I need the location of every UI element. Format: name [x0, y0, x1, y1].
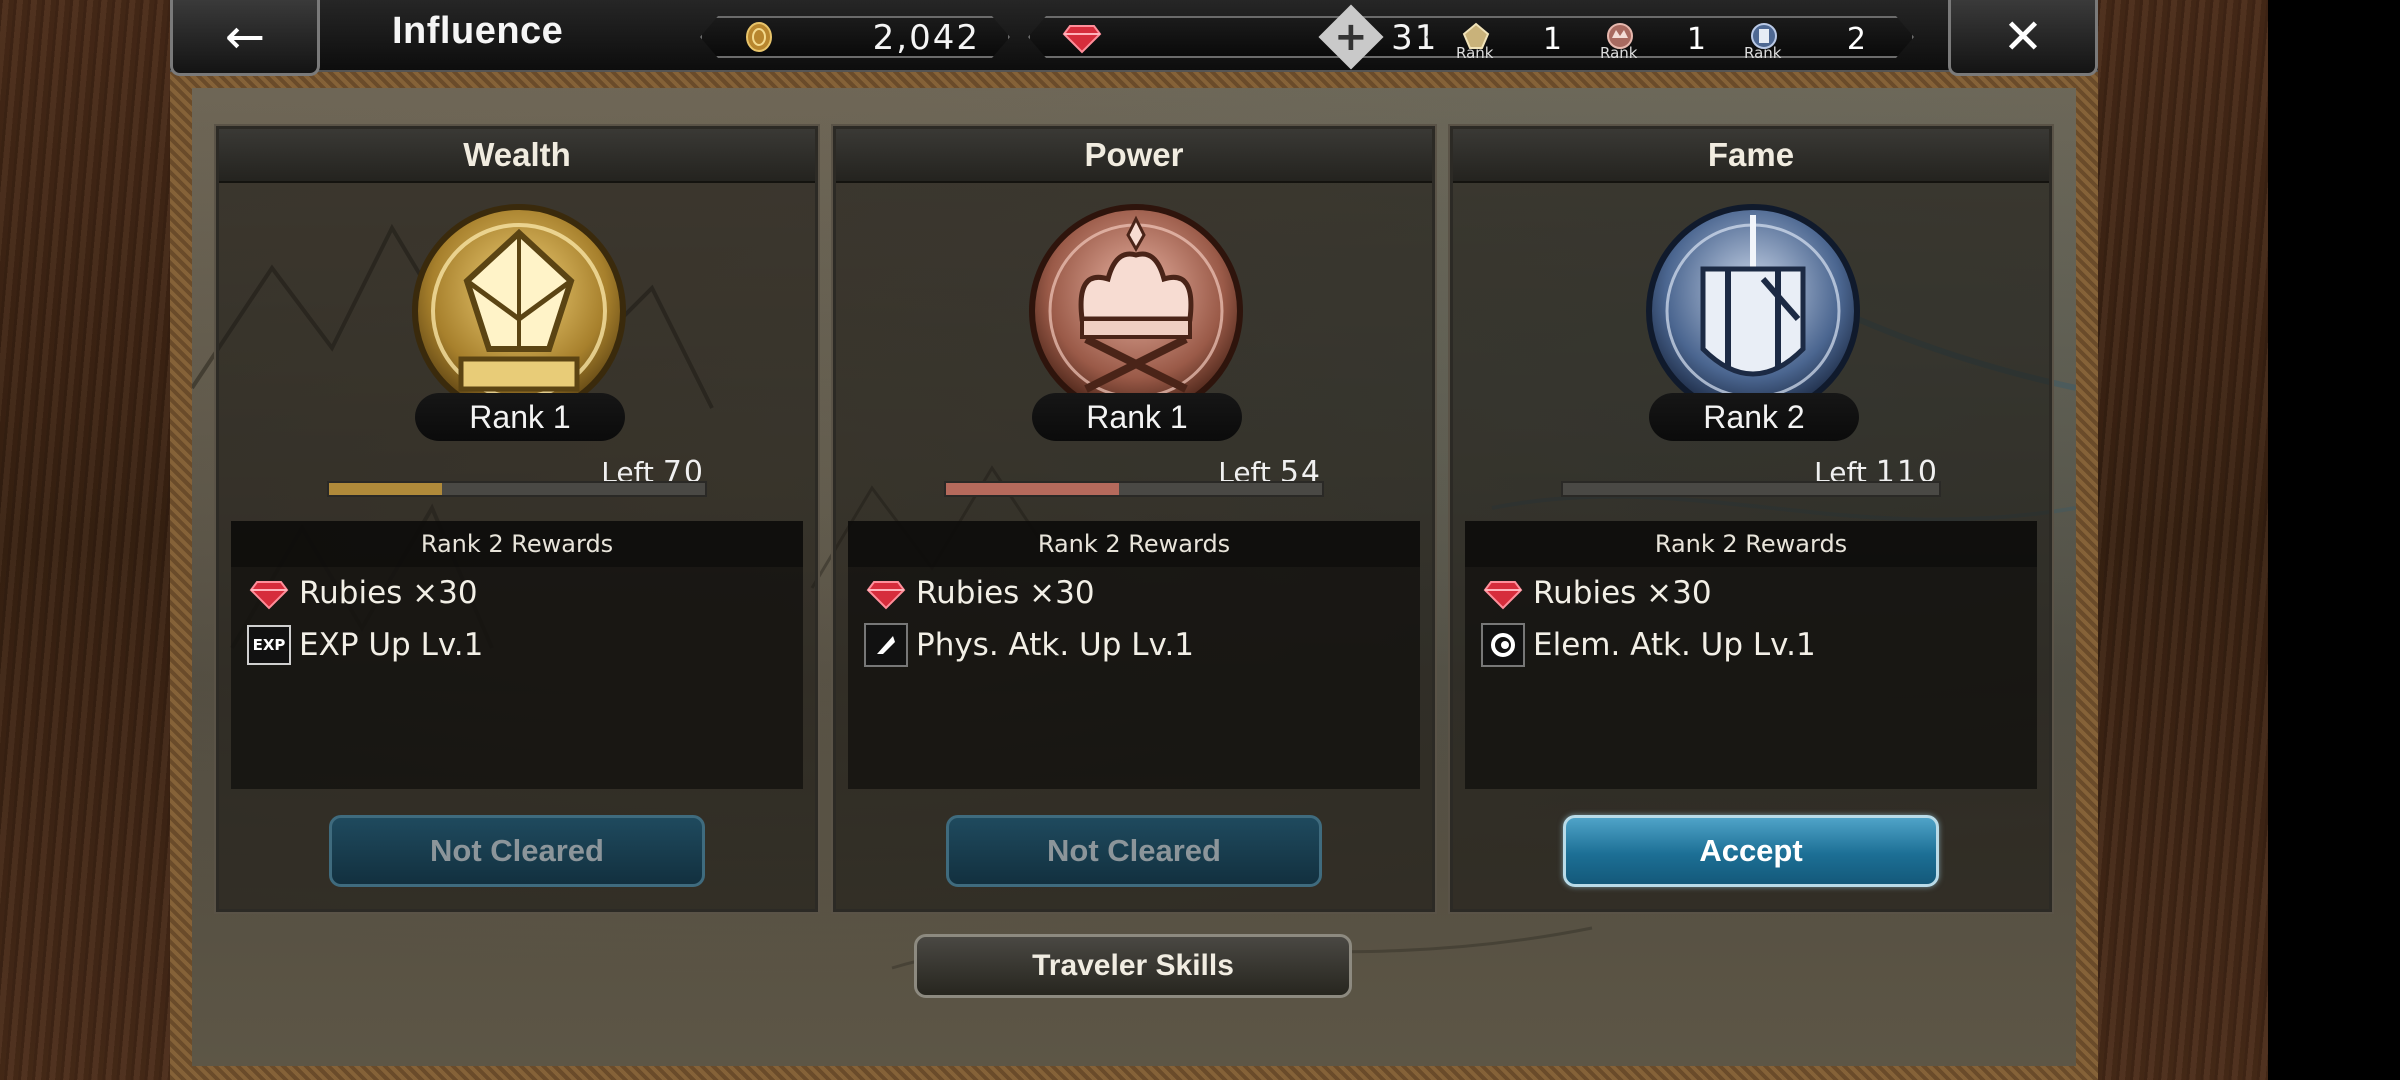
wealth-panel-title: Wealth — [219, 129, 815, 183]
reward-text: Rubies ×30 — [916, 575, 1095, 611]
gold-coin-icon — [742, 20, 776, 54]
ruby-icon — [249, 581, 289, 610]
close-button[interactable]: ✕ — [1948, 0, 2098, 76]
add-rubies-button[interactable]: + — [1318, 4, 1384, 70]
fame-accept-button[interactable]: Accept — [1563, 815, 1939, 887]
power-panel-title: Power — [836, 129, 1432, 183]
reward-row: Rubies ×30 — [1465, 567, 2037, 619]
close-icon: ✕ — [2002, 8, 2044, 65]
wealth-panel: Wealth Rank 1 Left 70 Rank 2 Rewards Rub… — [214, 124, 820, 914]
power-rank-summary: Rank 1 — [1596, 18, 1736, 60]
reward-text: Rubies ×30 — [1533, 575, 1712, 611]
ruby-icon — [1483, 581, 1523, 610]
reward-text: Phys. Atk. Up Lv.1 — [916, 627, 1195, 663]
wealth-progress-fill — [329, 483, 442, 495]
wealth-progress-bar — [327, 481, 707, 497]
wealth-rank-label: Rank — [1456, 44, 1494, 62]
reward-text: Elem. Atk. Up Lv.1 — [1533, 627, 1816, 663]
fame-rewards: Rank 2 Rewards Rubies ×30 Elem. Atk. Up … — [1465, 521, 2037, 789]
power-progress-fill — [946, 483, 1119, 495]
wealth-rank-badge: Rank 1 — [415, 393, 625, 441]
phys-atk-icon — [864, 623, 908, 667]
wealth-rank-value: 1 — [1542, 22, 1562, 57]
back-arrow-icon: ← — [224, 8, 266, 65]
wealth-not-cleared-button[interactable]: Not Cleared — [329, 815, 705, 887]
fame-progress-bar — [1561, 481, 1941, 497]
fame-panel-title: Fame — [1453, 129, 2049, 183]
reward-text: Rubies ×30 — [299, 575, 478, 611]
wood-border-left — [0, 0, 170, 1080]
power-progress-bar — [944, 481, 1324, 497]
ruby-icon — [866, 581, 906, 610]
fame-panel: Fame Rank 2 Left 110 Rank 2 Rewards Rubi… — [1448, 124, 2054, 914]
power-rewards-title: Rank 2 Rewards — [848, 521, 1420, 567]
fame-rank-label: Rank — [1744, 44, 1782, 62]
fame-rewards-title: Rank 2 Rewards — [1465, 521, 2037, 567]
reward-row: Phys. Atk. Up Lv.1 — [848, 619, 1420, 671]
wealth-rewards-title: Rank 2 Rewards — [231, 521, 803, 567]
exp-icon: EXP — [247, 625, 291, 665]
gold-value: 2,042 — [872, 18, 980, 58]
rank-summary: Rank 1 Rank 1 Rank 2 — [1426, 16, 1914, 58]
back-button[interactable]: ← — [170, 0, 320, 76]
traveler-skills-button[interactable]: Traveler Skills — [914, 934, 1352, 998]
wealth-rewards: Rank 2 Rewards Rubies ×30 EXP EXP Up Lv.… — [231, 521, 803, 789]
plus-icon: + — [1334, 13, 1368, 60]
gold-counter: 2,042 — [700, 16, 1010, 58]
fame-rank-value: 2 — [1846, 22, 1866, 57]
wood-border-right — [2098, 0, 2268, 1080]
reward-text: EXP Up Lv.1 — [299, 627, 484, 663]
ruby-counter: 315 — [1028, 16, 1494, 58]
screen-title: Influence — [392, 10, 564, 52]
reward-row: Rubies ×30 — [848, 567, 1420, 619]
reward-row: Rubies ×30 — [231, 567, 803, 619]
ruby-icon — [1062, 20, 1102, 54]
reward-row: Elem. Atk. Up Lv.1 — [1465, 619, 2037, 671]
reward-row: EXP EXP Up Lv.1 — [231, 619, 803, 671]
power-rank-label: Rank — [1600, 44, 1638, 62]
power-panel: Power Rank 1 Left 54 Rank 2 Rewards Rubi… — [831, 124, 1437, 914]
screen-edge — [2268, 0, 2400, 1080]
elem-atk-icon — [1481, 623, 1525, 667]
power-not-cleared-button[interactable]: Not Cleared — [946, 815, 1322, 887]
fame-rank-badge: Rank 2 — [1649, 393, 1859, 441]
fame-rank-summary: Rank 2 — [1740, 18, 1880, 60]
wealth-rank-summary: Rank 1 — [1452, 18, 1592, 60]
top-bar: ← Influence 2,042 315 + Rank 1 Rank 1 Ra… — [170, 0, 2098, 76]
power-rank-value: 1 — [1686, 22, 1706, 57]
power-rank-badge: Rank 1 — [1032, 393, 1242, 441]
power-rewards: Rank 2 Rewards Rubies ×30 Phys. Atk. Up … — [848, 521, 1420, 789]
